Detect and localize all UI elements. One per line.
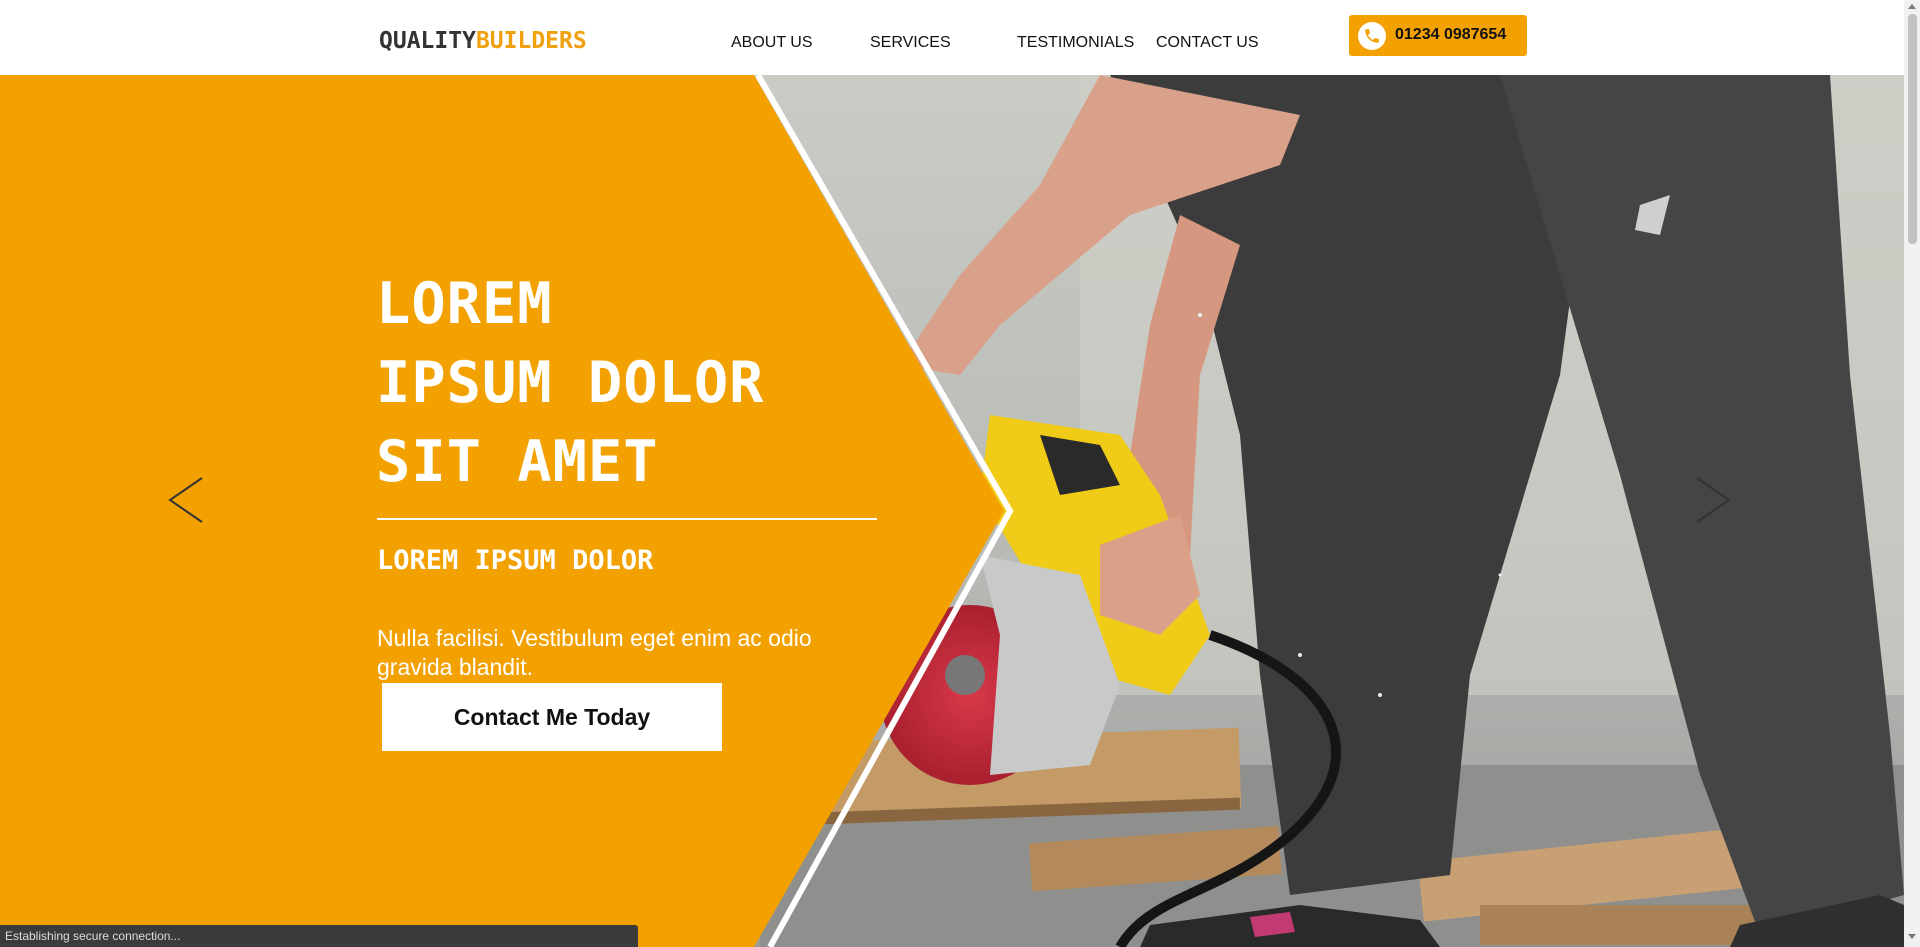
nav-contact-us[interactable]: CONTACT US bbox=[1156, 34, 1259, 52]
headline-line-3: SIT AMET bbox=[376, 429, 659, 495]
logo-text-quality: QUALITY bbox=[379, 28, 476, 54]
contact-me-button[interactable]: Contact Me Today bbox=[382, 683, 722, 751]
logo[interactable]: QUALITYBUILDERS bbox=[379, 28, 587, 54]
hero-slider: LOREM IPSUM DOLOR SIT AMET LOREM IPSUM D… bbox=[0, 75, 1904, 947]
scroll-thumb[interactable] bbox=[1908, 14, 1917, 244]
hero-divider bbox=[377, 518, 877, 520]
phone-button[interactable]: 01234 0987654 bbox=[1349, 15, 1527, 56]
phone-icon bbox=[1358, 22, 1386, 50]
phone-number: 01234 0987654 bbox=[1395, 26, 1507, 43]
site-header: QUALITYBUILDERS ABOUT US SERVICES TESTIM… bbox=[0, 0, 1904, 75]
headline-line-1: LOREM bbox=[376, 271, 553, 337]
headline-line-2: IPSUM DOLOR bbox=[376, 350, 765, 416]
scroll-up-icon[interactable] bbox=[1908, 4, 1916, 9]
nav-about-us[interactable]: ABOUT US bbox=[731, 34, 813, 52]
status-text: Establishing secure connection... bbox=[5, 929, 181, 943]
hero-orange-panel bbox=[0, 75, 1014, 947]
hero-headline: LOREM IPSUM DOLOR SIT AMET bbox=[376, 265, 765, 502]
chevron-right-icon[interactable] bbox=[1693, 475, 1733, 525]
hero-body-text: Nulla facilisi. Vestibulum eget enim ac … bbox=[377, 625, 812, 680]
nav-services[interactable]: SERVICES bbox=[870, 34, 951, 52]
browser-status-bar: Establishing secure connection... bbox=[0, 925, 638, 947]
page-scrollbar[interactable] bbox=[1904, 0, 1920, 947]
logo-text-builders: BUILDERS bbox=[475, 28, 587, 54]
scroll-down-icon[interactable] bbox=[1908, 934, 1916, 939]
chevron-left-icon[interactable] bbox=[166, 475, 206, 525]
nav-testimonials[interactable]: TESTIMONIALS bbox=[1017, 34, 1134, 52]
hero-subheading: LOREM IPSUM DOLOR bbox=[377, 545, 654, 576]
